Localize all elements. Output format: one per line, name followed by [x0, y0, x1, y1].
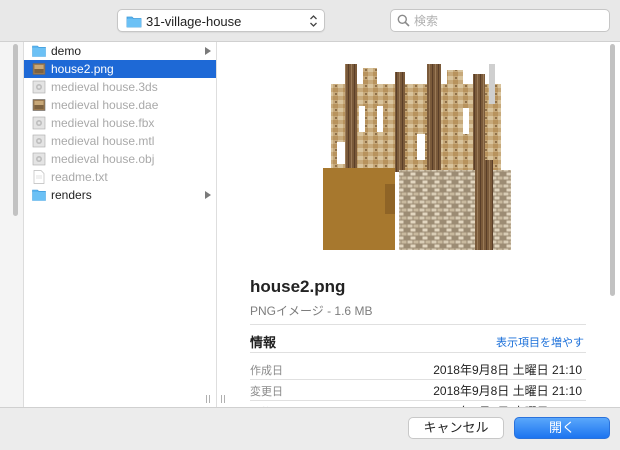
image-preview	[323, 64, 511, 250]
file-name-label: medieval house.obj	[51, 152, 155, 166]
dialog-footer: キャンセル 開く	[0, 407, 620, 450]
info-value: 2018年9月8日 土曜日 21:10	[433, 363, 582, 377]
file-name-label: medieval house.dae	[51, 98, 159, 112]
file-list-item[interactable]: medieval house.3ds	[24, 78, 216, 96]
file-browser: demo house2.png medieval house.3ds medieval…	[0, 42, 620, 419]
preview-file-name: house2.png	[250, 277, 346, 296]
divider	[250, 400, 586, 401]
show-more-link[interactable]: 表示項目を増やす	[496, 334, 584, 350]
scrollbar[interactable]	[610, 44, 615, 296]
text-file-icon	[33, 170, 45, 184]
chevron-updown-icon	[310, 15, 317, 27]
chevron-right-icon	[205, 47, 211, 55]
file-name-label: medieval house.fbx	[51, 116, 155, 130]
folder-icon	[126, 16, 142, 28]
file-name-label: medieval house.3ds	[51, 80, 158, 94]
column-resize-handle[interactable]	[206, 395, 211, 403]
image-file-icon	[32, 63, 46, 75]
preview-file-kind: PNGイメージ - 1.6 MB	[250, 304, 373, 318]
open-button[interactable]: 開く	[514, 417, 610, 439]
path-popup[interactable]: 31-village-house	[117, 9, 325, 32]
file-list-item[interactable]: medieval house.mtl	[24, 132, 216, 150]
sidebar-strip	[0, 42, 24, 407]
file-name-label: renders	[51, 188, 92, 202]
info-key: 変更日	[250, 386, 283, 398]
chevron-right-icon	[205, 191, 211, 199]
info-key: 作成日	[250, 365, 283, 377]
info-heading: 情報	[250, 335, 277, 350]
search-field[interactable]	[390, 9, 610, 32]
file-list-item[interactable]: renders	[24, 186, 216, 204]
divider	[250, 324, 586, 325]
document-file-icon	[32, 116, 46, 130]
file-list-item[interactable]: medieval house.dae	[24, 96, 216, 114]
search-input[interactable]	[414, 13, 599, 29]
file-name-label: demo	[51, 44, 82, 58]
file-name-label: house2.png	[51, 62, 114, 76]
scrollbar[interactable]	[13, 44, 18, 216]
column-resize-handle[interactable]	[221, 395, 226, 403]
info-value: 2018年9月8日 土曜日 21:10	[433, 384, 582, 398]
file-list-item[interactable]: readme.txt	[24, 168, 216, 186]
preview-column: house2.png PNGイメージ - 1.6 MB 情報 表示項目を増やす …	[230, 42, 606, 419]
document-file-icon	[32, 152, 46, 166]
toolbar: 31-village-house	[0, 0, 620, 42]
path-label: 31-village-house	[146, 14, 242, 29]
divider	[250, 352, 586, 353]
info-row: 作成日 2018年9月8日 土曜日 21:10	[250, 360, 586, 378]
file-list-item[interactable]: medieval house.obj	[24, 150, 216, 168]
cancel-button[interactable]: キャンセル	[408, 417, 504, 439]
file-list-item[interactable]: house2.png	[24, 60, 216, 78]
divider	[250, 379, 586, 380]
file-list-item[interactable]: medieval house.fbx	[24, 114, 216, 132]
document-file-icon	[32, 80, 46, 94]
image-file-icon	[32, 99, 46, 111]
file-name-label: readme.txt	[51, 170, 108, 184]
info-row: 変更日 2018年9月8日 土曜日 21:10	[250, 381, 586, 399]
file-name-label: medieval house.mtl	[51, 134, 155, 148]
document-file-icon	[32, 134, 46, 148]
file-list-item[interactable]: demo	[24, 42, 216, 60]
folder-icon	[32, 45, 46, 57]
folder-icon	[32, 189, 46, 201]
search-icon	[397, 14, 410, 27]
file-list-column: demo house2.png medieval house.3ds medieval…	[24, 42, 217, 407]
